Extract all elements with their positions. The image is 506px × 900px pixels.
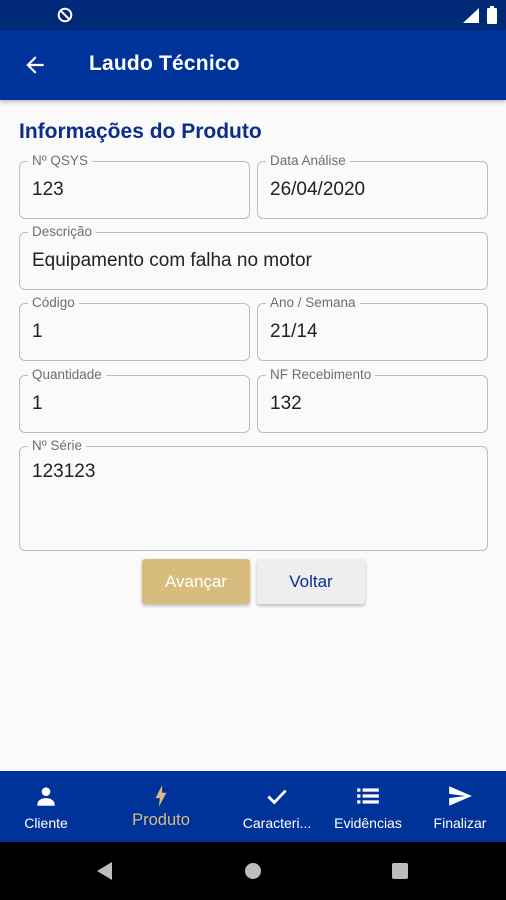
data-analise-value: 26/04/2020 [270, 179, 366, 200]
system-home-icon[interactable] [243, 861, 263, 881]
nav-label-cliente: Cliente [24, 815, 68, 831]
data-analise-field[interactable]: Data Análise 26/04/2020 [257, 153, 488, 219]
quantidade-label: Quantidade [28, 367, 106, 383]
system-nav-bar [0, 842, 506, 900]
nav-item-produto[interactable]: Produto [112, 771, 210, 842]
nav-label-produto: Produto [132, 811, 190, 829]
list-icon [357, 788, 379, 804]
nqsys-label: Nº QSYS [28, 153, 92, 169]
codigo-label: Código [28, 295, 79, 311]
nav-item-cliente[interactable]: Cliente [0, 771, 92, 842]
send-icon [449, 786, 472, 806]
bottom-nav: Cliente Produto Caracteri... Evidências … [0, 771, 506, 842]
descricao-label: Descrição [28, 224, 97, 240]
system-back-icon[interactable] [95, 861, 115, 881]
app-bar: Laudo Técnico [0, 30, 506, 100]
quantidade-value: 1 [32, 393, 43, 414]
back-arrow-icon[interactable] [22, 52, 48, 78]
nserie-value: 123123 [32, 461, 96, 482]
system-recents-icon[interactable] [390, 861, 410, 881]
nav-label-evidencias: Evidências [334, 815, 402, 831]
back-button[interactable]: Voltar [257, 559, 365, 604]
status-bar [0, 0, 506, 30]
ano-semana-label: Ano / Semana [266, 295, 360, 311]
nf-recebimento-field[interactable]: NF Recebimento 132 [257, 367, 488, 433]
person-icon [37, 787, 55, 806]
codigo-value: 1 [32, 321, 43, 342]
nav-label-caracteristicas: Caracteri... [242, 815, 312, 831]
check-icon [267, 789, 287, 805]
page-title: Laudo Técnico [89, 52, 240, 75]
section-title: Informações do Produto [19, 120, 262, 143]
nqsys-field[interactable]: Nº QSYS 123 [19, 153, 250, 219]
nserie-label: Nº Série [28, 438, 86, 454]
nf-recebimento-label: NF Recebimento [266, 367, 376, 383]
codigo-field[interactable]: Código 1 [19, 295, 250, 361]
nav-label-finalizar: Finalizar [433, 815, 487, 831]
battery-icon [487, 6, 497, 24]
advance-button[interactable]: Avançar [142, 559, 250, 604]
nav-item-finalizar[interactable]: Finalizar [418, 771, 502, 842]
data-analise-label: Data Análise [266, 153, 350, 169]
quantidade-field[interactable]: Quantidade 1 [19, 367, 250, 433]
ano-semana-value: 21/14 [270, 321, 318, 342]
bolt-icon [155, 785, 167, 807]
nav-item-caracteristicas[interactable]: Caracteri... [232, 771, 322, 842]
nav-item-evidencias[interactable]: Evidências [326, 771, 410, 842]
signal-icon [463, 8, 479, 23]
nserie-field[interactable]: Nº Série 123123 [19, 438, 488, 551]
nqsys-value: 123 [32, 179, 64, 200]
ano-semana-field[interactable]: Ano / Semana 21/14 [257, 295, 488, 361]
descricao-value: Equipamento com falha no motor [32, 250, 312, 271]
nf-recebimento-value: 132 [270, 393, 302, 414]
descricao-field[interactable]: Descrição Equipamento com falha no motor [19, 224, 488, 290]
sync-icon [57, 7, 73, 23]
